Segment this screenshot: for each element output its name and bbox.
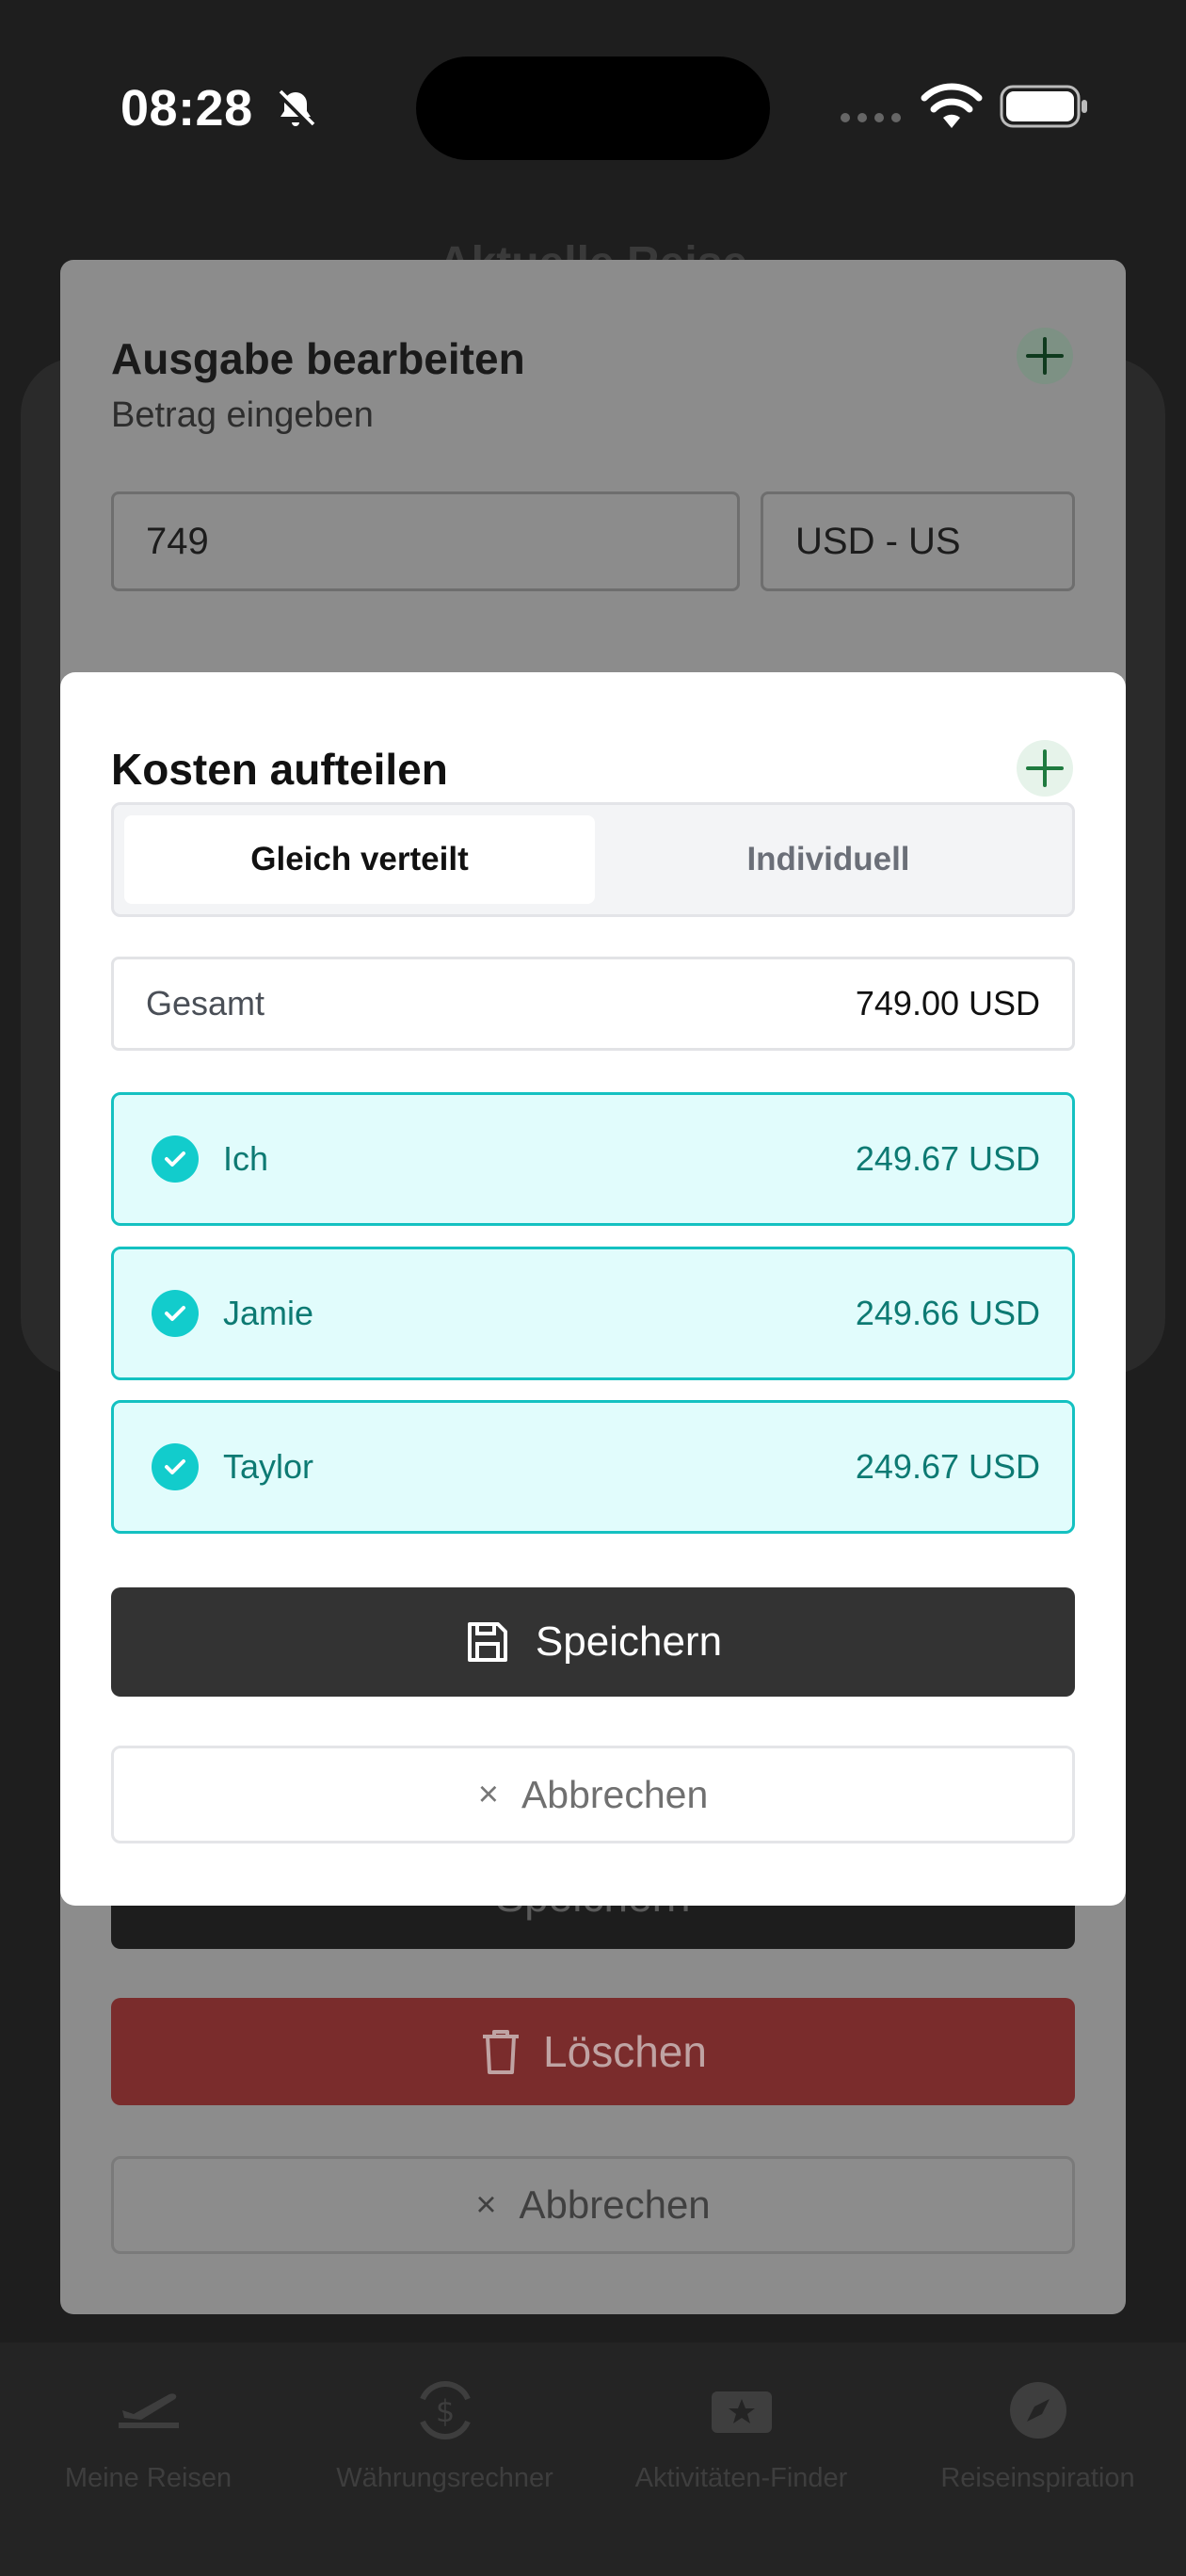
participant-name: Jamie (223, 1294, 314, 1332)
edit-sheet-title: Ausgabe bearbeiten (111, 334, 525, 383)
close-icon: × (477, 1774, 499, 1814)
tab-individual-split[interactable]: Individuell (595, 815, 1062, 904)
participant-row-taylor[interactable]: Taylor 249.67 USD (111, 1400, 1075, 1534)
nav-item-currency-converter[interactable]: $ Währungsrechner (296, 2354, 593, 2494)
participant-row-ich[interactable]: Ich 249.67 USD (111, 1092, 1075, 1226)
tab-equal-split[interactable]: Gleich verteilt (124, 815, 595, 904)
save-button[interactable]: Speichern (111, 1587, 1075, 1697)
participant-amount: 249.67 USD (855, 1139, 1040, 1178)
participant-name: Ich (223, 1139, 269, 1178)
nav-item-travel-inspiration[interactable]: Reiseinspiration (890, 2354, 1186, 2494)
delete-button[interactable]: Löschen (111, 1998, 1075, 2105)
nav-item-activity-finder[interactable]: Aktivitäten-Finder (593, 2354, 890, 2494)
amount-input[interactable]: 749 (111, 491, 740, 591)
ticket-star-icon (711, 2391, 772, 2433)
add-button[interactable] (1017, 328, 1073, 384)
plane-departure-icon (118, 2393, 179, 2428)
plus-icon (1026, 337, 1064, 375)
total-row: Gesamt 749.00 USD (111, 957, 1075, 1051)
currency-exchange-icon: $ (419, 2381, 471, 2439)
total-label: Gesamt (146, 984, 265, 1022)
add-participant-button[interactable] (1017, 740, 1073, 797)
edit-sheet-subtitle: Betrag eingeben (111, 395, 374, 435)
wifi-icon (921, 83, 983, 128)
cellular-signal-icon (841, 113, 901, 122)
checkmark-icon[interactable] (152, 1290, 199, 1337)
participant-name: Taylor (223, 1447, 314, 1486)
checkmark-icon[interactable] (152, 1135, 199, 1183)
participant-amount: 249.66 USD (855, 1294, 1040, 1332)
currency-select[interactable]: USD - US (761, 491, 1075, 591)
cancel-button[interactable]: × Abbrechen (111, 1746, 1075, 1843)
nav-item-my-trips[interactable]: Meine Reisen (0, 2354, 296, 2494)
plus-icon (1026, 749, 1064, 787)
dynamic-island (416, 56, 770, 160)
close-icon: × (475, 2184, 497, 2225)
checkmark-icon[interactable] (152, 1443, 199, 1490)
compass-icon (1009, 2382, 1066, 2439)
trash-icon (483, 2030, 520, 2074)
save-icon (467, 1622, 507, 1662)
participant-amount: 249.67 USD (855, 1447, 1040, 1486)
modal-title: Kosten aufteilen (111, 745, 448, 794)
bell-muted-icon (276, 89, 315, 129)
participant-row-jamie[interactable]: Jamie 249.66 USD (111, 1247, 1075, 1380)
edit-cancel-button[interactable]: × Abbrechen (111, 2156, 1075, 2254)
total-value: 749.00 USD (855, 984, 1040, 1022)
status-time: 08:28 (120, 80, 253, 137)
battery-icon (1000, 85, 1087, 128)
svg-text:$: $ (435, 2393, 454, 2429)
